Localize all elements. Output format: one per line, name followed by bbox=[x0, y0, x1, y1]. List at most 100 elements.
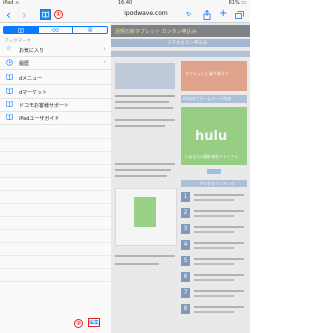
divider bbox=[0, 190, 111, 191]
text-line bbox=[194, 263, 234, 265]
text-line bbox=[194, 247, 234, 249]
ranking-item[interactable]: 7 bbox=[181, 287, 247, 300]
address-bar[interactable]: ipodwave.com bbox=[110, 10, 182, 17]
book-icon bbox=[6, 101, 13, 107]
divider bbox=[0, 216, 111, 217]
sidebar-item-dmenu[interactable]: dメニュー bbox=[0, 72, 111, 85]
divider bbox=[0, 268, 111, 269]
text-line bbox=[194, 199, 234, 201]
sidebar-item-dmarket[interactable]: dマーケット bbox=[0, 86, 111, 99]
chevron-right-icon: › bbox=[103, 58, 106, 66]
ranking-item[interactable]: 3 bbox=[181, 223, 247, 236]
text-line bbox=[194, 311, 234, 313]
ranking-number: 6 bbox=[181, 272, 190, 282]
text-line bbox=[194, 279, 234, 281]
sidebar-item-label: iPadユーザガイド bbox=[19, 116, 60, 122]
ranking-number: 5 bbox=[181, 256, 190, 266]
divider bbox=[0, 138, 111, 139]
sidebar-item-label: お気に入り bbox=[19, 48, 45, 54]
divider bbox=[0, 177, 111, 178]
app-image bbox=[134, 197, 156, 227]
text-line bbox=[194, 295, 234, 297]
side-ad-2[interactable]: iPad向けホームページ作成 bbox=[181, 95, 247, 103]
glasses-icon bbox=[52, 28, 59, 32]
ranking-item[interactable]: 2 bbox=[181, 207, 247, 220]
ranking-header-text: アクセスランキング bbox=[199, 181, 235, 186]
nav-text: スマホカタン申込み bbox=[167, 41, 208, 46]
site-nav-bar: スマホカタン申込み bbox=[111, 39, 250, 47]
bookmarks-button[interactable] bbox=[40, 9, 51, 20]
ranking-item[interactable]: 8 bbox=[181, 303, 247, 316]
ranking-number: 1 bbox=[181, 192, 190, 202]
ranking-number: 8 bbox=[181, 304, 190, 314]
article-thumbnail[interactable] bbox=[115, 63, 175, 89]
divider bbox=[0, 255, 111, 256]
text-line bbox=[194, 290, 244, 292]
ranking-item[interactable]: 4 bbox=[181, 239, 247, 252]
divider bbox=[0, 229, 111, 230]
sidebar-item-docomo-support[interactable]: ドコモお客様サポート bbox=[0, 99, 111, 112]
hulu-logo: hulu bbox=[195, 129, 228, 144]
share-icon[interactable] bbox=[203, 10, 211, 20]
text-line bbox=[194, 215, 234, 217]
side-ad-1[interactable]: タブレットに乗り換えて bbox=[181, 61, 247, 91]
divider bbox=[0, 242, 111, 243]
text-line bbox=[115, 175, 167, 177]
chevron-right-icon: › bbox=[103, 45, 106, 53]
ranking-item[interactable]: 5 bbox=[181, 255, 247, 268]
tab-bookmarks[interactable] bbox=[4, 27, 38, 33]
hulu-text: いまなら2週間 無料トライアル bbox=[185, 154, 238, 159]
hulu-ad[interactable]: hulu いまなら2週間 無料トライアル bbox=[181, 107, 247, 165]
sidebar-item-favorites[interactable]: ☆ お気に入り › bbox=[0, 44, 111, 57]
sidebar-item-label: dマーケット bbox=[19, 90, 48, 96]
clock-icon bbox=[6, 59, 13, 66]
sidebar-segmented-control: @ bbox=[3, 26, 108, 34]
divider bbox=[0, 281, 111, 282]
text-line bbox=[115, 101, 169, 103]
sidebar-item-label: dメニュー bbox=[19, 76, 43, 82]
callout-2: ② bbox=[74, 319, 83, 328]
nav-strip bbox=[111, 51, 250, 57]
text-line bbox=[194, 258, 244, 260]
text-line bbox=[115, 119, 175, 121]
at-icon: @ bbox=[87, 27, 93, 33]
forward-button[interactable]: › bbox=[22, 9, 27, 21]
text-line bbox=[194, 210, 244, 212]
ranking-header: アクセスランキング bbox=[181, 180, 247, 187]
ranking-item[interactable]: 1 bbox=[181, 191, 247, 204]
article-image[interactable] bbox=[115, 188, 177, 246]
ranking-number: 2 bbox=[181, 208, 190, 218]
book-icon bbox=[6, 114, 13, 120]
status-bar: iPad ≈ 16:40 61% ▭ bbox=[0, 0, 250, 8]
divider bbox=[0, 151, 111, 152]
sidebar-item-ipad-guide[interactable]: iPadユーザガイド bbox=[0, 112, 111, 125]
tab-reading-list[interactable] bbox=[37, 27, 73, 33]
edit-button[interactable]: 編集 bbox=[88, 318, 100, 327]
ranking-number: 3 bbox=[181, 224, 190, 234]
top-ad-banner[interactable]: 話題の新タブレット カンタン申込み bbox=[111, 25, 250, 37]
text-line bbox=[115, 163, 175, 165]
new-tab-icon[interactable]: + bbox=[219, 8, 227, 19]
sidebar-item-history[interactable]: 履歴 › bbox=[0, 57, 111, 70]
sidebar-item-label: ドコモお客様サポート bbox=[19, 103, 70, 109]
book-icon bbox=[42, 11, 49, 18]
small-button[interactable] bbox=[207, 169, 221, 174]
text-line bbox=[115, 169, 171, 171]
tabs-icon[interactable] bbox=[235, 11, 244, 19]
reload-icon[interactable]: ↻ bbox=[186, 11, 191, 18]
side-ad-text: iPad向けホームページ作成 bbox=[183, 96, 232, 101]
text-line bbox=[115, 263, 159, 265]
text-line bbox=[194, 226, 244, 228]
top-ad-text: 話題の新タブレット カンタン申込み bbox=[115, 29, 197, 35]
ranking-number: 7 bbox=[181, 288, 190, 298]
text-line bbox=[194, 242, 244, 244]
back-button[interactable]: ‹ bbox=[6, 9, 11, 21]
text-line bbox=[115, 255, 175, 257]
sidebar-item-label: 履歴 bbox=[19, 61, 30, 67]
text-line bbox=[194, 274, 244, 276]
ranking-item[interactable]: 6 bbox=[181, 271, 247, 284]
text-line bbox=[115, 125, 165, 127]
tab-shared-links[interactable]: @ bbox=[72, 27, 107, 33]
battery-indicator: 61% ▭ bbox=[228, 0, 246, 6]
web-page: 話題の新タブレット カンタン申込み スマホカタン申込み タブレットに乗り換えて … bbox=[111, 23, 250, 333]
